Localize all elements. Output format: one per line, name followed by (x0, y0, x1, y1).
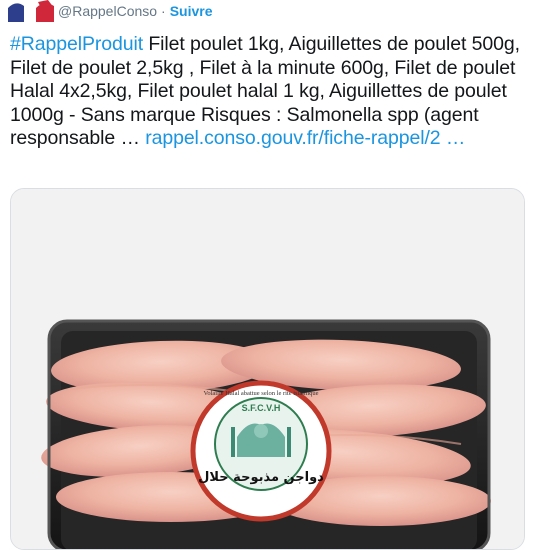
separator-dot: · (161, 3, 166, 19)
sticker-top-text: S.F.C.V.H (242, 403, 281, 413)
product-photo: S.F.C.V.H دواجن مذبوحة حلال Volaille Hal… (11, 189, 524, 549)
user-handle[interactable]: @RappelConso (58, 3, 157, 19)
avatar[interactable] (8, 0, 54, 22)
url-link[interactable]: rappel.conso.gouv.fr/fiche-rappel/2 … (145, 127, 465, 149)
tweet-text: #RappelProduit Filet poulet 1kg, Aiguill… (10, 33, 538, 151)
media-image[interactable]: S.F.C.V.H دواجن مذبوحة حلال Volaille Hal… (10, 188, 525, 550)
sticker-arabic-text: دواجن مذبوحة حلال (198, 470, 324, 485)
hashtag-link[interactable]: #RappelProduit (10, 33, 143, 55)
handle-row: @RappelConso · Suivre (58, 3, 213, 19)
halal-sticker: S.F.C.V.H دواجن مذبوحة حلال Volaille Hal… (190, 380, 332, 522)
tweet-header: @RappelConso · Suivre (8, 0, 213, 22)
follow-button[interactable]: Suivre (170, 3, 213, 19)
flag-logo-icon (8, 0, 54, 22)
sticker-ring-text: Volaille Halal abattue selon le rite isl… (203, 390, 318, 397)
